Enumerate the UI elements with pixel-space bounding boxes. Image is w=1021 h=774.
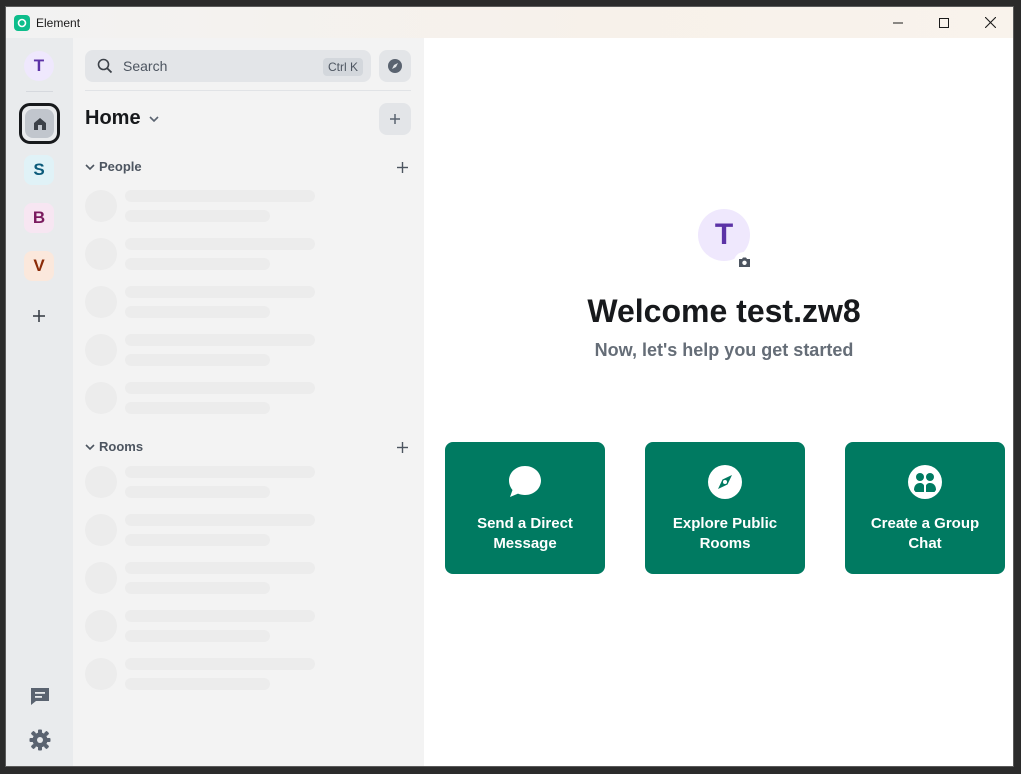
plus-icon [390,114,400,124]
search-icon [97,58,113,74]
group-icon [908,465,942,499]
loading-skeleton-row [85,380,315,416]
add-rooms-button[interactable] [395,440,409,454]
card-label: Send a Direct Message [477,515,573,552]
app-window: Element T S B V Search Ctrl K Home Peopl… [5,6,1014,767]
maximize-button[interactable] [921,7,967,38]
threads-button[interactable] [28,684,52,708]
space-b[interactable]: B [24,203,54,233]
space-bar: T S B V [6,38,73,766]
loading-skeleton-row [85,464,315,500]
change-avatar-button[interactable] [734,252,754,272]
search-input[interactable]: Search Ctrl K [85,50,371,82]
close-button[interactable] [967,7,1013,38]
loading-skeleton-row [85,656,315,692]
loading-skeleton-row [85,560,315,596]
room-list-divider [85,90,411,91]
title-bar: Element [6,7,1013,38]
plus-icon [396,441,408,453]
section-people-label: People [99,159,142,174]
home-header[interactable]: Home [85,107,159,130]
plus-icon [396,161,408,173]
camera-icon [738,257,750,267]
explore-rooms-button[interactable] [379,50,411,82]
settings-icon [29,729,51,751]
search-placeholder: Search [123,58,168,74]
loading-skeleton-row [85,332,315,368]
element-logo-icon [14,14,30,31]
compass-icon [708,465,742,499]
settings-button[interactable] [28,728,52,752]
add-room-button[interactable] [379,103,411,135]
compass-icon [388,59,402,73]
loading-skeleton-row [85,512,315,548]
chevron-down-icon [149,115,159,122]
home-page: T Welcome test.zw8 Now, let's help you g… [424,38,1013,766]
section-rooms-header[interactable]: Rooms [85,439,143,454]
space-home[interactable] [19,103,60,144]
explore-public-rooms-button[interactable]: Explore Public Rooms [645,442,805,574]
card-label: Explore Public Rooms [672,515,778,552]
spacebar-divider [26,91,53,92]
user-menu-avatar[interactable]: T [24,51,54,81]
window-title: Element [36,15,81,30]
section-people-header[interactable]: People [85,159,142,174]
search-shortcut: Ctrl K [323,58,363,76]
window-controls [875,7,1013,38]
loading-skeleton-row [85,284,315,320]
space-v[interactable]: V [24,251,54,281]
home-title: Home [85,107,141,129]
chevron-down-icon [85,163,95,170]
space-s[interactable]: S [24,155,54,185]
minimize-button[interactable] [875,7,921,38]
threads-icon [31,688,49,705]
home-icon [33,117,46,130]
send-direct-message-button[interactable]: Send a Direct Message [445,442,605,574]
chevron-down-icon [85,443,95,450]
card-label: Create a Group Chat [870,515,980,552]
welcome-subtitle: Now, let's help you get started [594,340,854,360]
add-people-button[interactable] [395,160,409,174]
loading-skeleton-row [85,608,315,644]
room-list-panel: Search Ctrl K Home People Rooms [73,38,424,766]
section-rooms-label: Rooms [99,439,144,454]
welcome-heading: Welcome test.zw8 [587,293,861,329]
chat-bubble-icon [509,466,541,497]
create-group-chat-button[interactable]: Create a Group Chat [845,442,1005,574]
loading-skeleton-row [85,236,315,272]
plus-icon [33,310,45,322]
create-space-button[interactable] [30,307,48,325]
loading-skeleton-row [85,188,315,224]
